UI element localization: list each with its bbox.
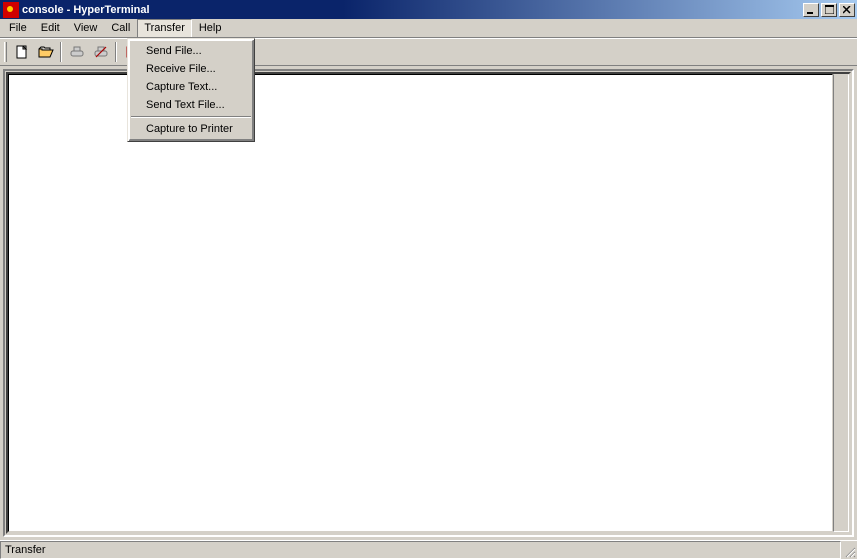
- app-window: console - HyperTerminal File Edit View C…: [0, 0, 857, 559]
- menu-edit[interactable]: Edit: [34, 19, 67, 37]
- menu-capture-text[interactable]: Capture Text...: [130, 78, 252, 96]
- disconnect-icon: [93, 44, 109, 60]
- toolbar-separator: [60, 42, 62, 62]
- vertical-scrollbar[interactable]: [833, 74, 849, 532]
- minimize-icon: [807, 6, 815, 14]
- menu-call[interactable]: Call: [104, 19, 137, 37]
- window-title: console - HyperTerminal: [22, 4, 801, 16]
- connect-icon: [69, 44, 85, 60]
- new-icon: [14, 44, 30, 60]
- menu-bar: File Edit View Call Transfer Help: [0, 19, 857, 38]
- toolbar-grip: [4, 42, 7, 62]
- grip-icon: [844, 546, 856, 558]
- menu-help[interactable]: Help: [192, 19, 229, 37]
- maximize-button[interactable]: [821, 3, 837, 17]
- toolbar-open-button[interactable]: [34, 41, 57, 63]
- menu-send-text-file[interactable]: Send Text File...: [130, 96, 252, 114]
- maximize-icon: [825, 5, 834, 14]
- menu-file[interactable]: File: [2, 19, 34, 37]
- close-button[interactable]: [839, 3, 855, 17]
- status-bar: Transfer: [0, 540, 857, 559]
- open-icon: [38, 44, 54, 60]
- window-controls: [801, 3, 855, 17]
- status-text: Transfer: [0, 541, 841, 559]
- menu-view[interactable]: View: [67, 19, 105, 37]
- toolbar-new-button[interactable]: [10, 41, 33, 63]
- menu-send-file[interactable]: Send File...: [130, 42, 252, 60]
- terminal[interactable]: [8, 74, 833, 532]
- resize-grip[interactable]: [841, 541, 857, 559]
- close-icon: [843, 6, 851, 14]
- minimize-button[interactable]: [803, 3, 819, 17]
- toolbar-connect-button[interactable]: [65, 41, 88, 63]
- menu-capture-to-printer[interactable]: Capture to Printer: [130, 120, 252, 138]
- menu-receive-file[interactable]: Receive File...: [130, 60, 252, 78]
- toolbar-separator: [115, 42, 117, 62]
- menu-transfer[interactable]: Transfer: [137, 19, 192, 37]
- menu-separator: [131, 116, 251, 118]
- title-bar: console - HyperTerminal: [0, 0, 857, 19]
- transfer-menu-dropdown: Send File... Receive File... Capture Tex…: [127, 38, 255, 142]
- toolbar-disconnect-button[interactable]: [89, 41, 112, 63]
- app-icon: [3, 2, 19, 18]
